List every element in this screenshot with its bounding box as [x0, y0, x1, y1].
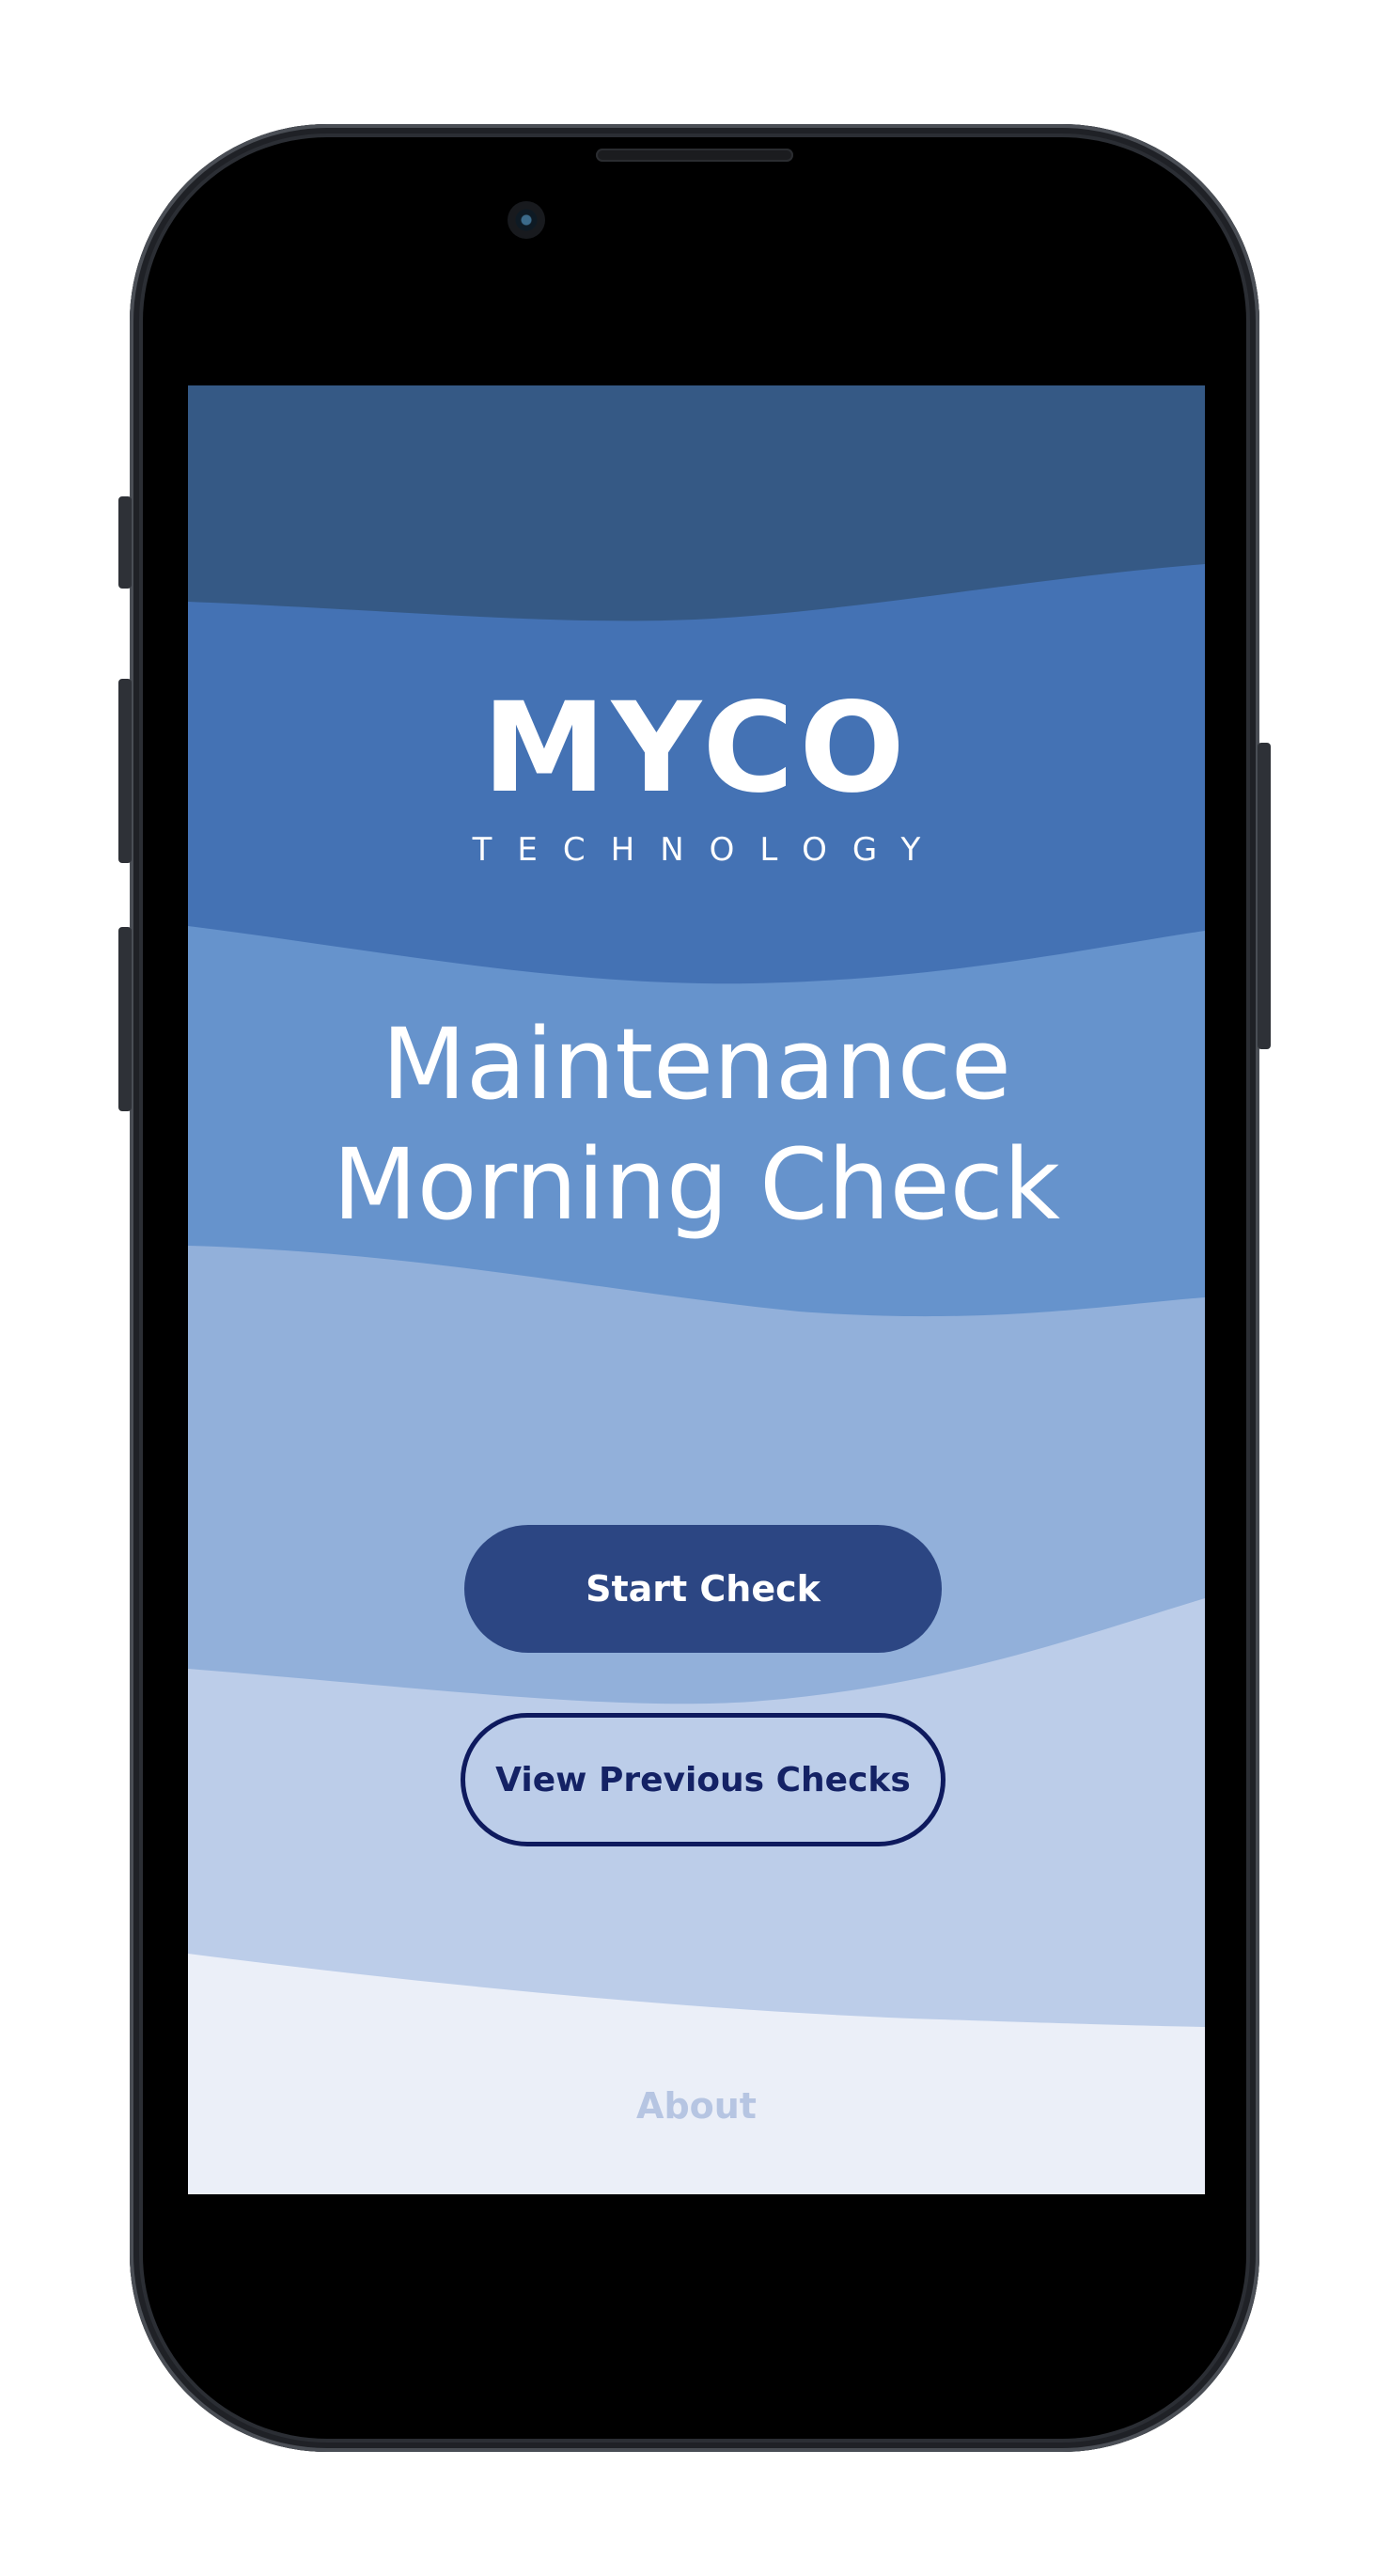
- page-title-line-2: Morning Check: [332, 1127, 1060, 1242]
- brand-logo: MYCO TECHNOLOGY: [188, 686, 1205, 869]
- silent-switch: [118, 496, 132, 589]
- volume-down-button: [118, 927, 132, 1111]
- start-check-button[interactable]: Start Check: [464, 1525, 942, 1653]
- app-screen: MYCO TECHNOLOGY Maintenance Morning Chec…: [188, 385, 1205, 2194]
- about-link[interactable]: About: [188, 2085, 1205, 2127]
- logo-wordmark: MYCO: [482, 676, 911, 821]
- earpiece-speaker: [596, 149, 793, 162]
- front-camera-icon: [508, 201, 545, 239]
- view-previous-checks-button[interactable]: View Previous Checks: [461, 1713, 946, 1846]
- logo-tagline: TECHNOLOGY: [472, 831, 946, 869]
- volume-up-button: [118, 679, 132, 863]
- page-title: Maintenance Morning Check: [188, 1004, 1205, 1245]
- page-title-line-1: Maintenance: [382, 1007, 1011, 1122]
- power-button: [1258, 743, 1271, 1049]
- wave-background: [188, 385, 1205, 2194]
